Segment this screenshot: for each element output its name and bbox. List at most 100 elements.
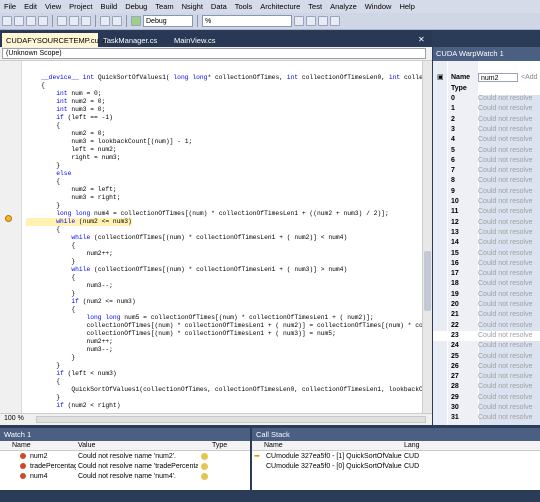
code-line[interactable]: { [26,226,60,234]
warpwatch-row[interactable]: 6 Could not resolve [433,156,540,166]
tab-cudafysourcetemp[interactable]: CUDAFYSOURCETEMP.cu ✕ [2,33,108,47]
menu-item-edit[interactable]: Edit [20,2,41,11]
watch-name-header[interactable]: Name [12,441,31,451]
warpwatch-row[interactable]: 23 Could not resolve [433,330,540,341]
warpwatch-row[interactable]: 1 Could not resolve [433,104,540,114]
code-line[interactable]: collectionOfTimes[(num) * collectionOfTi… [26,330,335,338]
code-line[interactable]: __device__ int QuickSortOfValues1( long … [26,74,432,82]
watch-value-header[interactable]: Value [78,441,95,451]
code-line[interactable]: long long num5 = collectionOfTimes[(num)… [26,314,373,322]
code-line[interactable]: { [26,378,60,386]
warpwatch-row[interactable]: 9 Could not resolve [433,187,540,197]
warpwatch-row[interactable]: 30 Could not resolve [433,403,540,413]
code-line[interactable]: { [26,306,75,314]
copy-icon[interactable] [69,16,79,26]
start-debug-icon[interactable] [131,16,141,26]
code-line[interactable]: left = num2; [26,146,116,154]
code-line[interactable]: long long num4 = collectionOfTimes[(num)… [26,210,389,218]
code-line[interactable]: while (num2 <= num3) [26,218,132,226]
menu-item-file[interactable]: File [0,2,20,11]
tab-mainview[interactable]: MainView.cs [170,33,232,47]
code-line[interactable]: while (collectionOfTimes[(num) * collect… [26,234,347,242]
code-line[interactable]: { [26,242,75,250]
warpwatch-row[interactable]: 25 Could not resolve [433,352,540,362]
refresh-icon[interactable] [201,463,208,470]
menu-item-team[interactable]: Team [151,2,177,11]
cut-icon[interactable] [57,16,67,26]
code-line[interactable]: } [26,354,75,362]
paste-icon[interactable] [81,16,91,26]
code-line[interactable]: if (num2 < right) [26,402,120,410]
callstack-name[interactable]: CUmodule 327ea5f0 - [1] QuickSortOfValue… [266,452,402,461]
solution-config-combo[interactable]: Debug [143,15,193,27]
watch-row[interactable]: tradePercentag Could not resolve name 'tr… [0,462,250,471]
warpwatch-row[interactable]: 8 Could not resolve [433,176,540,186]
warpwatch-row[interactable]: 24 Could not resolve [433,341,540,351]
warpwatch-row[interactable]: 27 Could not resolve [433,372,540,382]
code-line[interactable]: { [26,274,75,282]
warpwatch-row[interactable]: 14 Could not resolve [433,238,540,248]
code-line[interactable]: QuickSortOfValues1(collectionOfTimes, co… [26,386,432,394]
solution-explorer-icon[interactable] [306,16,316,26]
warpwatch-row[interactable]: 20 Could not resolve [433,300,540,310]
warpwatch-row[interactable]: 28 Could not resolve [433,382,540,392]
find-icon[interactable] [294,16,304,26]
find-combo[interactable]: % [202,15,292,27]
warpwatch-row[interactable]: 15 Could not resolve [433,249,540,259]
scope-combo[interactable]: (Unknown Scope) [2,48,426,59]
code-line[interactable]: right = num3; [26,154,120,162]
warpwatch-row[interactable]: 7 Could not resolve [433,166,540,176]
code-line[interactable]: } [26,394,60,402]
watch-row[interactable]: num4 Could not resolve name 'num4'. [0,472,250,481]
warpwatch-row[interactable]: 19 Could not resolve [433,290,540,300]
callstack-name[interactable]: CUmodule 327ea5f0 - [0] QuickSortOfValue… [266,462,402,471]
code-line[interactable]: } [26,162,60,170]
undo-icon[interactable] [100,16,110,26]
editor-vertical-scrollbar[interactable] [422,61,432,413]
zoom-level[interactable]: 100 % [4,415,24,422]
watch-name[interactable]: tradePercentag [30,462,76,471]
editor-horizontal-scrollbar[interactable] [36,416,426,423]
code-line[interactable]: num2 = 0; [26,130,105,138]
tab-taskmanager[interactable]: TaskManager.cs [99,33,167,47]
warpwatch-row[interactable]: 0 Could not resolve [433,94,540,104]
menu-item-project[interactable]: Project [65,2,96,11]
watch-name[interactable]: num4 [30,472,76,481]
warpwatch-row[interactable]: 3 Could not resolve [433,125,540,135]
code-line[interactable]: { [26,82,45,90]
warpwatch-row[interactable]: 21 Could not resolve [433,310,540,320]
code-line[interactable]: if (left == -1) [26,114,113,122]
warpwatch-row[interactable]: 2 Could not resolve [433,115,540,125]
code-line[interactable]: num2 = left; [26,186,116,194]
menu-item-architecture[interactable]: Architecture [256,2,304,11]
callstack-lang-header[interactable]: Lang [404,441,420,451]
menu-item-data[interactable]: Data [207,2,231,11]
code-line[interactable]: num2++; [26,250,112,258]
code-line[interactable]: while (collectionOfTimes[(num) * collect… [26,266,347,274]
refresh-icon[interactable] [201,453,208,460]
menu-item-build[interactable]: Build [97,2,122,11]
dropdown-icon[interactable]: ▣ [437,73,444,82]
menu-item-debug[interactable]: Debug [121,2,151,11]
code-line[interactable]: } [26,258,75,266]
warpwatch-row[interactable]: 29 Could not resolve [433,393,540,403]
warpwatch-row[interactable]: 18 Could not resolve [433,279,540,289]
code-line[interactable]: int num2 = 0; [26,98,105,106]
callstack-name-header[interactable]: Name [264,441,283,451]
menu-item-help[interactable]: Help [395,2,418,11]
code-line[interactable]: } [26,202,60,210]
redo-icon[interactable] [112,16,122,26]
code-line[interactable]: int num3 = 0; [26,106,105,114]
scroll-thumb[interactable] [424,251,431,311]
callstack-row[interactable]: ➡ CUmodule 327ea5f0 - [1] QuickSortOfValu… [252,452,540,461]
warpwatch-row[interactable]: 31 Could not resolve [433,413,540,423]
warpwatch-row[interactable]: 10 Could not resolve [433,197,540,207]
warpwatch-row[interactable]: 16 Could not resolve [433,259,540,269]
menu-item-nsight[interactable]: Nsight [178,2,207,11]
new-project-icon[interactable] [2,16,12,26]
code-line[interactable]: int num = 0; [26,90,101,98]
code-editor[interactable]: __device__ int QuickSortOfValues1( long … [0,61,432,413]
warpwatch-add-expression[interactable]: <Add [521,73,538,82]
code-line[interactable]: if (left < num3) [26,370,116,378]
properties-icon[interactable] [318,16,328,26]
